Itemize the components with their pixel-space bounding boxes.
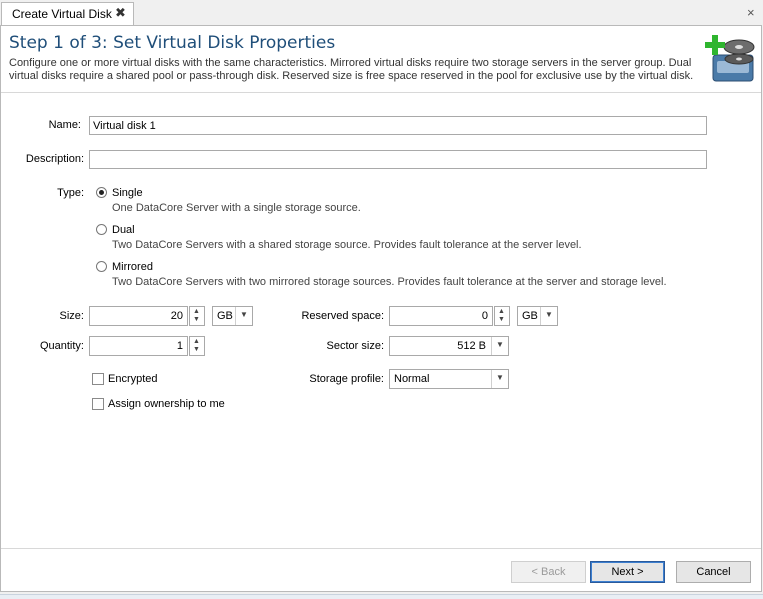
tab-create-virtual-disk[interactable]: Create Virtual Disk ✖ <box>1 2 134 25</box>
quantity-value: 1 <box>176 340 183 352</box>
spin-down-icon[interactable]: ▼ <box>193 316 200 324</box>
reserved-unit-select[interactable]: GB ▼ <box>517 306 558 326</box>
sector-size-label: Sector size: <box>326 340 384 352</box>
assign-ownership-checkbox[interactable] <box>92 398 104 410</box>
reserved-space-label: Reserved space: <box>301 310 384 322</box>
type-mirrored-title[interactable]: Mirrored <box>112 261 153 273</box>
window-close-icon[interactable]: × <box>747 5 755 20</box>
size-label: Size: <box>59 310 84 322</box>
sector-size-value: 512 B <box>457 340 486 352</box>
tab-close-icon[interactable]: ✖ <box>115 5 126 21</box>
chevron-down-icon[interactable]: ▼ <box>491 337 508 355</box>
spin-down-icon[interactable]: ▼ <box>498 316 505 324</box>
chevron-down-icon[interactable]: ▼ <box>235 307 252 325</box>
encrypted-label[interactable]: Encrypted <box>108 373 158 385</box>
type-dual-desc: Two DataCore Servers with a shared stora… <box>112 239 582 251</box>
bottom-edge <box>0 594 763 599</box>
add-virtual-disk-icon <box>705 33 757 85</box>
footer-divider <box>1 548 761 549</box>
reserved-space-spinner[interactable]: ▲ ▼ <box>494 306 510 326</box>
description-label: Description: <box>25 153 84 165</box>
chevron-down-icon[interactable]: ▼ <box>491 370 508 388</box>
storage-profile-value: Normal <box>394 373 430 385</box>
name-input[interactable] <box>89 116 707 135</box>
quantity-input[interactable]: 1 <box>89 336 188 356</box>
type-dual-title[interactable]: Dual <box>112 224 135 236</box>
quantity-spinner[interactable]: ▲ ▼ <box>189 336 205 356</box>
name-label: Name: <box>48 119 81 131</box>
encrypted-checkbox[interactable] <box>92 373 104 385</box>
size-value: 20 <box>170 310 183 322</box>
storage-profile-select[interactable]: Normal ▼ <box>389 369 509 389</box>
type-dual-radio[interactable] <box>96 224 107 235</box>
type-single-desc: One DataCore Server with a single storag… <box>112 202 361 214</box>
size-unit-select[interactable]: GB ▼ <box>212 306 253 326</box>
type-single-radio[interactable] <box>96 187 107 198</box>
back-button[interactable]: < Back <box>511 561 586 583</box>
type-label: Type: <box>57 187 84 199</box>
next-button[interactable]: Next > <box>590 561 665 583</box>
chevron-down-icon[interactable]: ▼ <box>540 307 557 325</box>
reserved-unit-value: GB <box>522 310 538 322</box>
spin-up-icon[interactable]: ▲ <box>193 308 200 316</box>
sector-size-select[interactable]: 512 B ▼ <box>389 336 509 356</box>
type-single-title[interactable]: Single <box>112 187 143 199</box>
type-mirrored-desc: Two DataCore Servers with two mirrored s… <box>112 276 667 288</box>
size-spinner[interactable]: ▲ ▼ <box>189 306 205 326</box>
quantity-label: Quantity: <box>39 340 84 352</box>
cancel-button[interactable]: Cancel <box>676 561 751 583</box>
size-input[interactable]: 20 <box>89 306 188 326</box>
reserved-space-value: 0 <box>481 310 488 322</box>
tab-label: Create Virtual Disk <box>12 7 112 21</box>
spin-up-icon[interactable]: ▲ <box>498 308 505 316</box>
reserved-space-input[interactable]: 0 <box>389 306 493 326</box>
page-title: Step 1 of 3: Set Virtual Disk Properties <box>9 33 336 53</box>
type-mirrored-radio[interactable] <box>96 261 107 272</box>
spin-down-icon[interactable]: ▼ <box>193 346 200 354</box>
storage-profile-label: Storage profile: <box>309 373 384 385</box>
tab-strip: Create Virtual Disk ✖ × <box>0 0 763 25</box>
size-unit-value: GB <box>217 310 233 322</box>
page-description: Configure one or more virtual disks with… <box>9 57 694 82</box>
assign-ownership-label[interactable]: Assign ownership to me <box>108 398 225 410</box>
description-input[interactable] <box>89 150 707 169</box>
spin-up-icon[interactable]: ▲ <box>193 338 200 346</box>
